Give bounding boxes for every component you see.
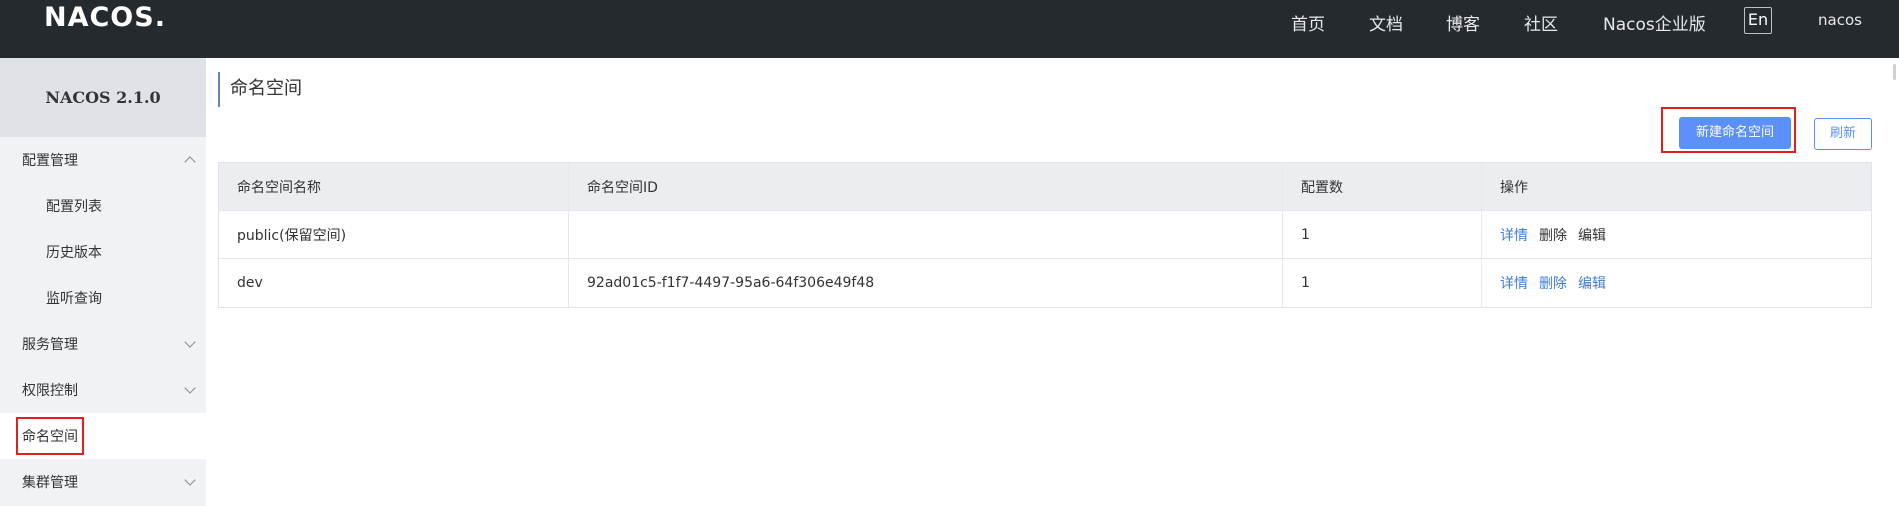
- config-count-cell: 1: [1283, 211, 1482, 258]
- refresh-button[interactable]: 刷新: [1814, 118, 1872, 150]
- edit-link[interactable]: 编辑: [1578, 225, 1606, 245]
- details-link[interactable]: 详情: [1500, 273, 1528, 293]
- sidebar-item-label: 历史版本: [46, 245, 102, 261]
- sidebar-item-label: 命名空间: [22, 429, 78, 445]
- nav-home[interactable]: 首页: [1291, 10, 1325, 35]
- actions-cell: 详情 删除 编辑: [1482, 259, 1871, 307]
- sidebar-item-label: 配置列表: [46, 199, 102, 215]
- details-link[interactable]: 详情: [1500, 225, 1528, 245]
- delete-link[interactable]: 删除: [1539, 225, 1567, 245]
- namespace-id-cell: 92ad01c5-f1f7-4497-95a6-64f306e49f48: [569, 259, 1283, 307]
- sidebar-group-cluster-management[interactable]: 集群管理: [0, 459, 206, 505]
- sidebar: NACOS 2.1.0 配置管理 配置列表 历史版本 监听查询 服务管理 权限控…: [0, 58, 206, 506]
- namespace-name-cell: public(保留空间): [219, 211, 569, 258]
- scrollbar-thumb[interactable]: [1893, 64, 1896, 80]
- table-row: public(保留空间) 1 详情 删除 编辑: [219, 211, 1871, 259]
- column-header-config-count: 配置数: [1283, 163, 1482, 210]
- sidebar-item-namespace[interactable]: 命名空间: [0, 413, 206, 459]
- sidebar-item-label: 配置管理: [22, 153, 78, 169]
- top-navbar: NACOS. 首页 文档 博客 社区 Nacos企业版 En nacos: [0, 0, 1899, 58]
- actions-cell: 详情 删除 编辑: [1482, 211, 1871, 258]
- chevron-down-icon: [184, 336, 196, 348]
- config-count-cell: 1: [1283, 259, 1482, 307]
- sidebar-item-history[interactable]: 历史版本: [0, 229, 206, 275]
- sidebar-group-service-management[interactable]: 服务管理: [0, 321, 206, 367]
- table-row: dev 92ad01c5-f1f7-4497-95a6-64f306e49f48…: [219, 259, 1871, 307]
- edit-link[interactable]: 编辑: [1578, 273, 1606, 293]
- sidebar-item-config-list[interactable]: 配置列表: [0, 183, 206, 229]
- column-header-id: 命名空间ID: [569, 163, 1283, 210]
- nav-community[interactable]: 社区: [1524, 10, 1558, 35]
- page-title: 命名空间: [218, 72, 302, 107]
- chevron-down-icon: [184, 474, 196, 486]
- user-menu[interactable]: nacos: [1818, 11, 1862, 29]
- sidebar-group-access-control[interactable]: 权限控制: [0, 367, 206, 413]
- sidebar-group-config-management[interactable]: 配置管理: [0, 137, 206, 183]
- table-header-row: 命名空间名称 命名空间ID 配置数 操作: [219, 163, 1871, 211]
- sidebar-item-label: 权限控制: [22, 383, 78, 399]
- nav-enterprise[interactable]: Nacos企业版: [1603, 10, 1706, 35]
- version-label: NACOS 2.1.0: [0, 58, 206, 137]
- namespace-table: 命名空间名称 命名空间ID 配置数 操作 public(保留空间) 1 详情 删…: [218, 162, 1872, 308]
- delete-link[interactable]: 删除: [1539, 273, 1567, 293]
- column-header-name: 命名空间名称: [219, 163, 569, 210]
- nacos-logo[interactable]: NACOS.: [44, 2, 166, 33]
- nav-docs[interactable]: 文档: [1369, 10, 1403, 35]
- create-namespace-button[interactable]: 新建命名空间: [1679, 117, 1791, 149]
- nav-blog[interactable]: 博客: [1446, 10, 1480, 35]
- sidebar-item-label: 服务管理: [22, 337, 78, 353]
- chevron-up-icon: [184, 156, 196, 168]
- chevron-down-icon: [184, 382, 196, 394]
- namespace-name-cell: dev: [219, 259, 569, 307]
- language-toggle-button[interactable]: En: [1744, 7, 1772, 34]
- namespace-id-cell: [569, 211, 1283, 258]
- column-header-actions: 操作: [1500, 179, 1528, 196]
- sidebar-item-label: 集群管理: [22, 475, 78, 491]
- sidebar-item-label: 监听查询: [46, 291, 102, 307]
- sidebar-item-listener-query[interactable]: 监听查询: [0, 275, 206, 321]
